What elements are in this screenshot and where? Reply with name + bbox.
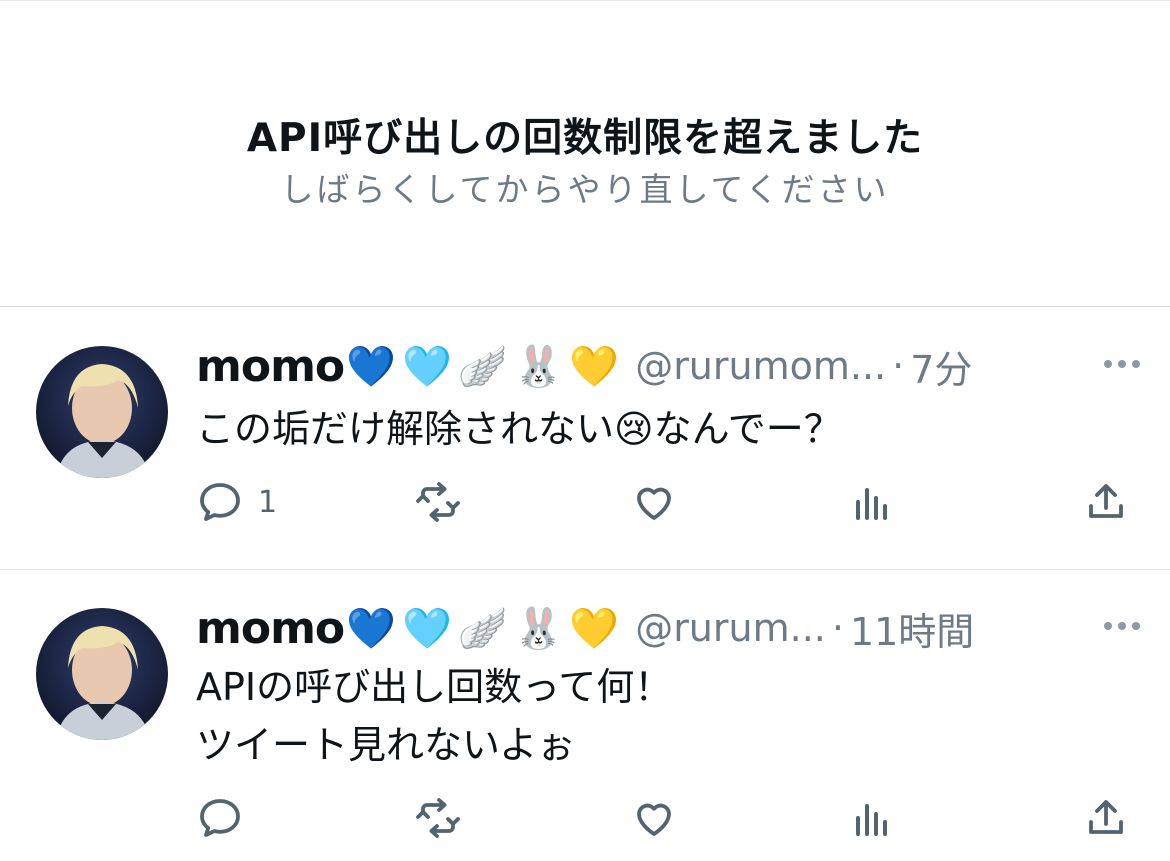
name-emojis: 💙🩵🪽🐰💛 xyxy=(346,605,626,652)
error-title: API呼び出しの回数制限を超えました xyxy=(246,116,924,161)
tweet-header: momo 💙🩵🪽🐰💛 @rurum... · 11時間 xyxy=(196,598,1150,658)
views-button[interactable] xyxy=(848,478,896,526)
error-subtitle: しばらくしてからやり直してください xyxy=(280,170,890,209)
tweet[interactable]: momo 💙🩵🪽🐰💛 @rurumom... · 7分 この垢だけ解除されない😢… xyxy=(0,308,1170,570)
tweet-text: APIの呼び出し回数って何！ ツイート見れないよぉ xyxy=(196,658,672,774)
share-button[interactable] xyxy=(1082,478,1130,526)
display-name[interactable]: momo xyxy=(196,341,345,392)
tweet[interactable]: momo 💙🩵🪽🐰💛 @rurum... · 11時間 APIの呼び出し回数って… xyxy=(0,570,1170,861)
avatar[interactable] xyxy=(36,346,168,478)
name-emojis: 💙🩵🪽🐰💛 xyxy=(346,343,626,390)
separator-dot: · xyxy=(892,344,905,388)
like-button[interactable] xyxy=(630,478,678,526)
tweet-actions: 1 xyxy=(196,476,1134,528)
reply-button[interactable]: 1 xyxy=(196,478,277,526)
more-icon[interactable] xyxy=(1104,360,1140,368)
more-icon[interactable] xyxy=(1104,622,1140,630)
retweet-button[interactable] xyxy=(414,478,462,526)
share-button[interactable] xyxy=(1082,794,1130,842)
share-icon xyxy=(1089,800,1123,834)
avatar[interactable] xyxy=(36,608,168,740)
views-button[interactable] xyxy=(848,794,896,842)
separator-dot: · xyxy=(831,606,844,650)
like-icon xyxy=(637,487,671,520)
retweet-icon xyxy=(416,798,460,838)
views-icon xyxy=(856,488,887,520)
tweet-header: momo 💙🩵🪽🐰💛 @rurumom... · 7分 xyxy=(196,336,1150,396)
reply-icon xyxy=(200,483,240,521)
display-name[interactable]: momo xyxy=(196,603,345,654)
reply-button[interactable] xyxy=(196,794,258,842)
user-handle[interactable]: @rurumom... xyxy=(635,344,886,388)
tweet-actions xyxy=(196,792,1134,844)
profile-photo xyxy=(56,626,150,740)
retweet-button[interactable] xyxy=(414,794,462,842)
rate-limit-banner: API呼び出しの回数制限を超えました しばらくしてからやり直してください xyxy=(0,0,1170,307)
views-icon xyxy=(856,804,887,836)
share-icon xyxy=(1089,484,1123,518)
reply-icon xyxy=(200,799,240,837)
timestamp[interactable]: 11時間 xyxy=(850,601,974,656)
user-handle[interactable]: @rurum... xyxy=(635,606,826,650)
like-button[interactable] xyxy=(630,794,678,842)
tweet-text-line: APIの呼び出し回数って何！ xyxy=(196,665,673,709)
timestamp[interactable]: 7分 xyxy=(910,339,972,394)
like-icon xyxy=(637,803,671,836)
retweet-icon xyxy=(416,482,460,522)
tweet-text: この垢だけ解除されない😢なんでー？ xyxy=(196,407,842,451)
profile-photo xyxy=(56,364,150,478)
reply-count: 1 xyxy=(258,484,278,520)
tweet-text-line: ツイート見れないよぉ xyxy=(196,723,576,767)
